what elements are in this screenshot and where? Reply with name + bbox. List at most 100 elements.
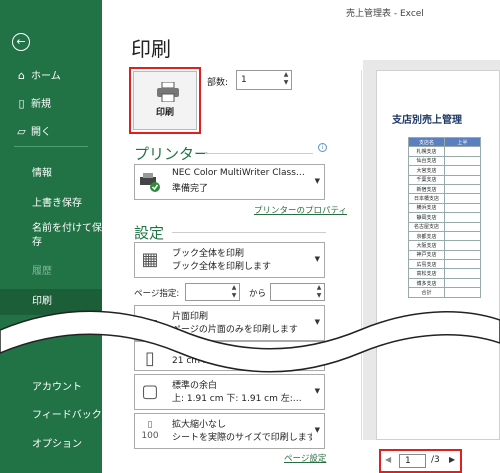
sidebar-item-history: 履歴 (32, 266, 52, 277)
table-row: 高松支店 (408, 268, 481, 279)
sheet-grid-icon: ▦ (141, 249, 159, 270)
table-cell (444, 221, 481, 232)
sidebar-item-open[interactable]: ▱ 開く (0, 119, 102, 145)
print-scope-title: ブック全体を印刷 (172, 249, 245, 259)
table-cell: 仙台支店 (408, 155, 445, 167)
back-arrow-icon[interactable]: ← (12, 33, 30, 51)
sidebar-item-label: ホーム (31, 71, 61, 82)
table-cell (444, 183, 481, 195)
table-cell: 神戸支店 (408, 249, 445, 261)
previous-page-icon[interactable]: ◀ (385, 455, 391, 464)
table-cell: 広島支店 (408, 259, 445, 270)
page-total: /3 (431, 455, 440, 465)
scale-100-icon: ▯ 100 (141, 420, 159, 441)
table-row: 名古屋支店 (408, 221, 481, 232)
printer-status: 準備完了 (172, 184, 209, 194)
table-row: 札幌支店 (408, 146, 481, 157)
table-row: 千葉支店 (408, 174, 481, 185)
sidebar-item-new[interactable]: ▯ 新規 (0, 91, 102, 117)
table-cell: 京都支店 (408, 230, 445, 242)
page-setup-link[interactable]: ページ設定 (284, 452, 326, 464)
sidebar-item-info[interactable]: 情報 (0, 161, 102, 187)
table-cell: 合計 (408, 287, 445, 298)
scaling-dropdown[interactable]: ▯ 100 拡大縮小なし シートを実際のサイズで印刷します ▼ (134, 413, 325, 449)
table-cell (444, 277, 481, 289)
preview-divider (361, 70, 362, 440)
printer-icon (157, 82, 179, 102)
print-scope-desc: ブック全体を印刷します (172, 262, 272, 272)
table-cell: 大阪支店 (408, 240, 445, 251)
table-row: 横浜支店 (408, 202, 481, 214)
table-cell: 静岡支店 (408, 212, 445, 223)
print-button[interactable]: 印刷 (129, 67, 201, 134)
table-row: 大阪支店 (408, 240, 481, 251)
table-cell: 大宮支店 (408, 165, 445, 176)
chevron-down-icon: ▼ (314, 255, 320, 263)
table-cell: 横浜支店 (408, 202, 445, 214)
print-button-label: 印刷 (155, 108, 174, 118)
sidebar-item-options[interactable]: オプション (0, 432, 102, 458)
table-row: 新宿支店 (408, 183, 481, 195)
table-cell (444, 202, 481, 214)
preview-page: 支店別売上管理 支店名 上半 札幌支店 仙台支店 大宮支店 千葉支店 新宿支店 日本橋支店… (376, 70, 500, 440)
page-navigator: ◀ 1 /3 ▶ (379, 449, 462, 473)
sidebar-item-feedback[interactable]: フィードバック (0, 403, 102, 429)
table-row: 広島支店 (408, 259, 481, 270)
table-cell (444, 259, 481, 270)
sidebar-item-save[interactable]: 上書き保存 (0, 191, 102, 217)
print-scope-dropdown[interactable]: ▦ ブック全体を印刷 ブック全体を印刷します ▼ (134, 242, 325, 278)
settings-heading-rule (172, 232, 326, 233)
table-cell (444, 249, 481, 261)
pages-to-input[interactable]: ▲ ▼ (270, 283, 325, 301)
printer-ready-icon (139, 171, 161, 193)
torn-wave-divider (0, 310, 500, 373)
window-title: 売上管理表 - Excel (346, 9, 424, 19)
sidebar-item-save-as-cont[interactable]: 存 (0, 235, 102, 251)
backstage-sidebar: ← ⌂ ホーム ▯ 新規 ▱ 開く 情報 上書き保存 名前を付けて保 存 履歴 印刷 … (0, 0, 102, 473)
table-cell (444, 268, 481, 279)
chevron-down-icon: ▼ (314, 177, 320, 185)
table-row: 仙台支店 (408, 155, 481, 167)
scaling-desc: シートを実際のサイズで印刷します (172, 433, 312, 443)
scaling-title: 拡大縮小なし (172, 420, 227, 430)
table-cell: 博多支店 (408, 277, 445, 289)
print-preview: 支店別売上管理 支店名 上半 札幌支店 仙台支店 大宮支店 千葉支店 新宿支店 日本橋支店… (363, 60, 500, 440)
table-cell (444, 146, 481, 157)
table-row: 日本橋支店 (408, 193, 481, 204)
print-button-face: 印刷 (133, 71, 197, 130)
info-icon[interactable]: i (318, 143, 327, 152)
copies-value: 1 (241, 75, 247, 85)
pages-from-input[interactable]: ▲ ▼ (185, 283, 240, 301)
table-cell: 千葉支店 (408, 174, 445, 185)
table-header-cell: 上半 (444, 136, 481, 148)
table-cell (444, 230, 481, 242)
sidebar-item-label: 開く (31, 127, 51, 138)
printer-heading-rule (205, 153, 313, 154)
copies-spinner-icon[interactable]: ▲ ▼ (281, 71, 291, 89)
next-page-icon[interactable]: ▶ (449, 455, 455, 464)
table-row: 博多支店 (408, 277, 481, 289)
table-cell: 日本橋支店 (408, 193, 445, 204)
sidebar-item-label: 新規 (31, 99, 51, 110)
pages-from-spinner-icon[interactable]: ▲ ▼ (229, 284, 239, 300)
table-row: 京都支店 (408, 230, 481, 242)
home-icon: ⌂ (18, 69, 25, 82)
page-number-input[interactable]: 1 (399, 454, 426, 468)
copies-input[interactable]: 1 ▲ ▼ (236, 70, 292, 90)
table-cell (444, 174, 481, 185)
chevron-down-icon: ▼ (314, 426, 320, 434)
printer-dropdown[interactable]: NEC Color MultiWriter Class… 準備完了 ▼ (134, 164, 325, 200)
table-cell: 新宿支店 (408, 183, 445, 195)
preview-title: 支店別売上管理 (392, 115, 462, 126)
sidebar-item-home[interactable]: ⌂ ホーム (0, 63, 102, 89)
chevron-down-icon: ▼ (314, 387, 320, 395)
table-row: 静岡支店 (408, 212, 481, 223)
table-cell: 高松支店 (408, 268, 445, 279)
printer-properties-link[interactable]: プリンターのプロパティ (254, 204, 347, 216)
table-cell (444, 287, 481, 298)
margins-icon: ▢ (141, 381, 159, 402)
table-row: 大宮支店 (408, 165, 481, 176)
table-header-cell: 支店名 (408, 136, 445, 148)
pages-to-spinner-icon[interactable]: ▲ ▼ (314, 284, 324, 300)
table-cell (444, 240, 481, 251)
